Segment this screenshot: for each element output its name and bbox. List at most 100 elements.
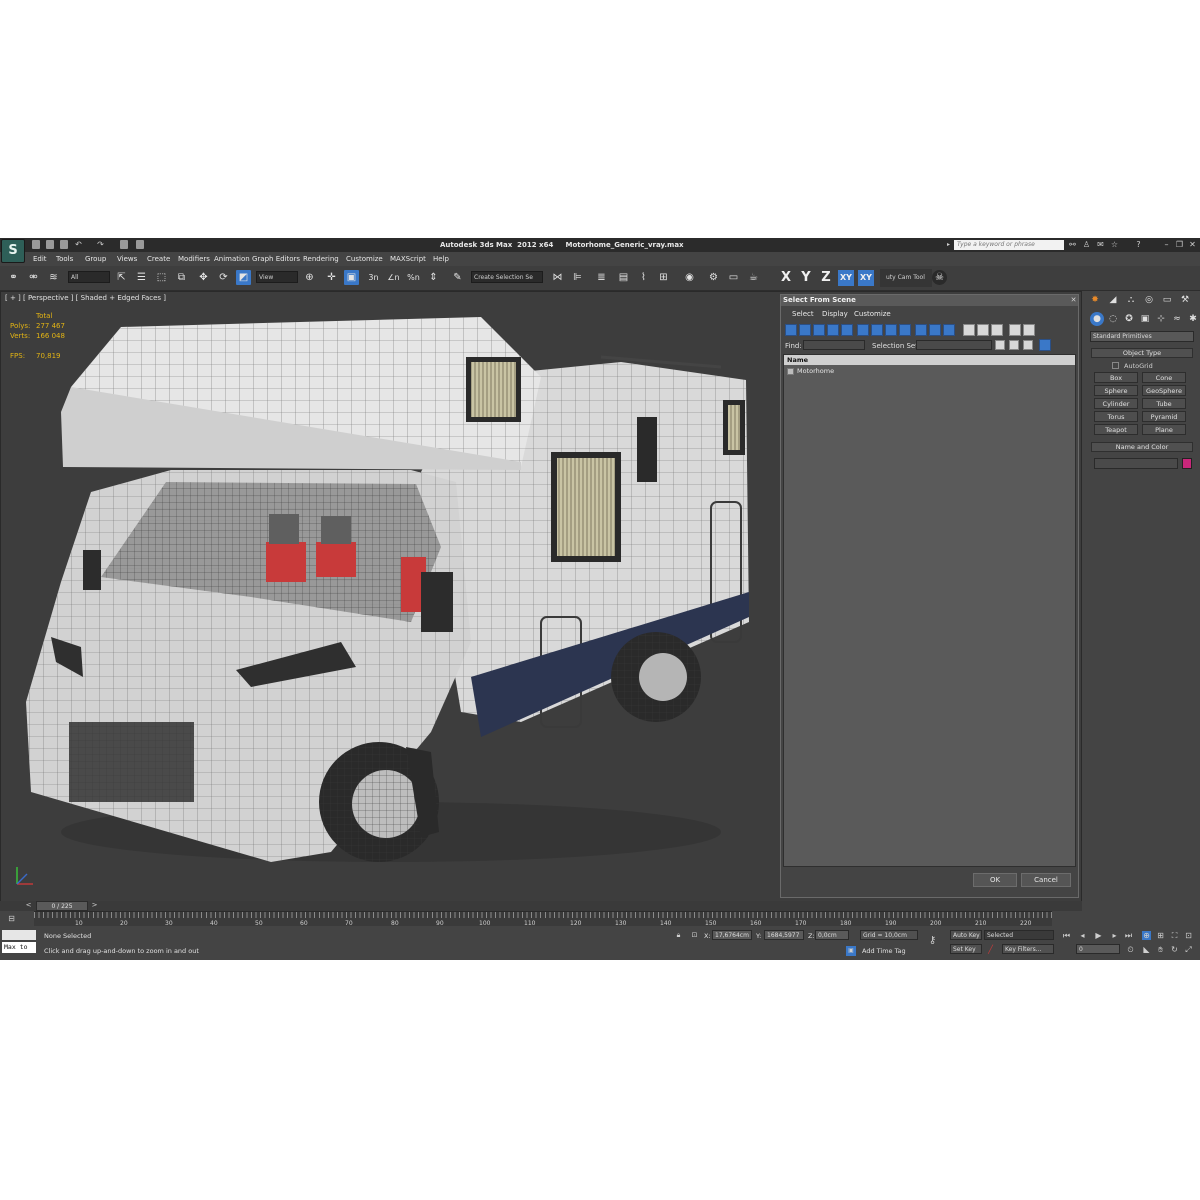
shapes-icon[interactable]: ◌	[1106, 312, 1120, 326]
display-groups-icon[interactable]	[871, 324, 883, 336]
pivot-center-icon[interactable]: ⊕	[302, 270, 317, 285]
plane-button[interactable]: Plane	[1142, 424, 1186, 435]
spinner-snap-icon[interactable]: ⇕	[426, 270, 441, 285]
select-and-rotate-icon[interactable]: ⟳	[216, 270, 231, 285]
geosphere-button[interactable]: GeoSphere	[1142, 385, 1186, 396]
dialog-title[interactable]: Select From Scene	[781, 295, 1078, 306]
display-tab-icon[interactable]: ▭	[1160, 293, 1174, 307]
menu-views[interactable]: Views	[117, 255, 137, 263]
display-all-icon[interactable]	[963, 324, 975, 336]
autogrid-checkbox[interactable]	[1112, 362, 1119, 369]
hierarchy-tab-icon[interactable]: ⛬	[1124, 293, 1138, 307]
dialog-close-icon[interactable]: ✕	[1069, 296, 1078, 305]
binoculars-icon[interactable]: ⚯	[1068, 240, 1077, 249]
axis-x-button[interactable]: X	[778, 270, 794, 286]
display-shapes-icon[interactable]	[799, 324, 811, 336]
display-space-warps-icon[interactable]	[857, 324, 869, 336]
modify-tab-icon[interactable]: ◢	[1106, 293, 1120, 307]
selection-set-select-icon[interactable]	[1023, 340, 1033, 350]
next-frame-icon[interactable]: ▸	[1110, 931, 1119, 940]
graphite-modeling-icon[interactable]: ▤	[616, 270, 631, 285]
name-and-color-rollout[interactable]: Name and Color	[1091, 442, 1193, 452]
axis-xy-cycle-button[interactable]: XY	[858, 270, 874, 286]
find-input[interactable]	[803, 340, 865, 350]
undo-icon[interactable]: ↶	[74, 240, 83, 249]
snaps-toggle-icon[interactable]: 3n	[366, 270, 381, 285]
auto-key-button[interactable]: Auto Key	[950, 930, 982, 940]
go-to-end-icon[interactable]: ⏭	[1124, 931, 1133, 940]
unlink-icon[interactable]: ⚮	[26, 270, 41, 285]
maximize-viewport-icon[interactable]: ⤢	[1184, 945, 1193, 954]
tool-name-label[interactable]: uty Cam Tool	[880, 269, 932, 287]
selection-set-dropdown[interactable]	[916, 340, 992, 350]
search-input[interactable]: Type a keyword or phrase	[954, 240, 1064, 250]
menu-tools[interactable]: Tools	[56, 255, 73, 263]
selection-set-remove-icon[interactable]	[1009, 340, 1019, 350]
motorhome-model[interactable]	[1, 292, 781, 903]
menu-customize[interactable]: Customize	[346, 255, 383, 263]
percent-snap-icon[interactable]: %n	[406, 270, 421, 285]
display-hidden-icon[interactable]	[943, 324, 955, 336]
pyramid-button[interactable]: Pyramid	[1142, 411, 1186, 422]
zoom-extents-all-icon[interactable]: ⊡	[1184, 931, 1193, 940]
time-slider[interactable]: 0 / 225	[36, 901, 88, 911]
sync-selection-icon[interactable]	[1039, 339, 1051, 351]
helpers-icon[interactable]: ⊹	[1154, 312, 1168, 326]
display-frozen-icon[interactable]	[929, 324, 941, 336]
field-of-view-icon[interactable]: ◣	[1142, 945, 1151, 954]
menu-group[interactable]: Group	[85, 255, 106, 263]
dialog-menu-select[interactable]: Select	[792, 310, 814, 318]
display-cameras-icon[interactable]	[827, 324, 839, 336]
slider-next-icon[interactable]: >	[90, 901, 99, 910]
menu-maxscript[interactable]: MAXScript	[390, 255, 426, 263]
display-none-icon[interactable]	[977, 324, 989, 336]
mini-curve-editor-icon[interactable]: ⊟	[7, 914, 16, 923]
schematic-view-icon[interactable]: ⊞	[656, 270, 671, 285]
reference-coordinate-dropdown[interactable]: View	[256, 271, 298, 283]
menu-graph-editors[interactable]: Graph Editors	[252, 255, 300, 263]
expand-arrow-icon[interactable]: ▸	[944, 240, 953, 249]
rendered-frame-icon[interactable]: ▭	[726, 270, 741, 285]
cameras-icon[interactable]: ▣	[1138, 312, 1152, 326]
object-color-swatch[interactable]	[1182, 458, 1192, 469]
axis-y-button[interactable]: Y	[798, 270, 814, 286]
select-and-scale-icon[interactable]: ◩	[236, 270, 251, 285]
y-coordinate-field[interactable]: 1684,5977	[764, 930, 804, 940]
angle-snap-icon[interactable]: ∠n	[386, 270, 401, 285]
subscription-icon[interactable]: ♙	[1082, 240, 1091, 249]
select-manipulate-icon[interactable]: ✛	[324, 270, 339, 285]
previous-frame-icon[interactable]: ◂	[1078, 931, 1087, 940]
display-xrefs-icon[interactable]	[885, 324, 897, 336]
tube-button[interactable]: Tube	[1142, 398, 1186, 409]
key-mode-dropdown[interactable]: Selected	[984, 930, 1054, 940]
selection-region-icon[interactable]: ⬚	[154, 270, 169, 285]
mirror-icon[interactable]: ⋈	[550, 270, 565, 285]
go-to-start-icon[interactable]: ⏮	[1062, 931, 1071, 940]
cone-button[interactable]: Cone	[1142, 372, 1186, 383]
dialog-menu-customize[interactable]: Customize	[854, 310, 891, 318]
workspace-icon[interactable]	[136, 240, 144, 249]
zoom-icon[interactable]: ⊕	[1142, 931, 1151, 940]
category-dropdown[interactable]: Standard Primitives	[1090, 331, 1194, 342]
open-file-icon[interactable]	[46, 240, 54, 249]
skull-tool-icon[interactable]: ☠	[932, 270, 947, 285]
display-containers-icon[interactable]	[915, 324, 927, 336]
list-item[interactable]: Motorhome	[797, 367, 834, 375]
render-teapot-icon[interactable]: ☕	[746, 270, 761, 285]
new-file-icon[interactable]	[32, 240, 40, 249]
restore-icon[interactable]: ❐	[1175, 240, 1184, 249]
display-helpers-icon[interactable]	[841, 324, 853, 336]
set-key-button[interactable]: Set Key	[950, 944, 982, 954]
menu-modifiers[interactable]: Modifiers	[178, 255, 210, 263]
menu-rendering[interactable]: Rendering	[303, 255, 339, 263]
play-icon[interactable]: ▶	[1094, 931, 1103, 940]
create-tab-icon[interactable]: ✸	[1088, 293, 1102, 307]
time-configuration-icon[interactable]: ⏲	[1126, 945, 1135, 954]
cylinder-button[interactable]: Cylinder	[1094, 398, 1138, 409]
axis-xy-button[interactable]: XY	[838, 270, 854, 286]
object-name-input[interactable]	[1094, 458, 1178, 469]
selection-set-add-icon[interactable]	[995, 340, 1005, 350]
display-bones-icon[interactable]	[899, 324, 911, 336]
align-icon[interactable]: ⊫	[570, 270, 585, 285]
absolute-mode-icon[interactable]: ⊡	[690, 931, 699, 940]
